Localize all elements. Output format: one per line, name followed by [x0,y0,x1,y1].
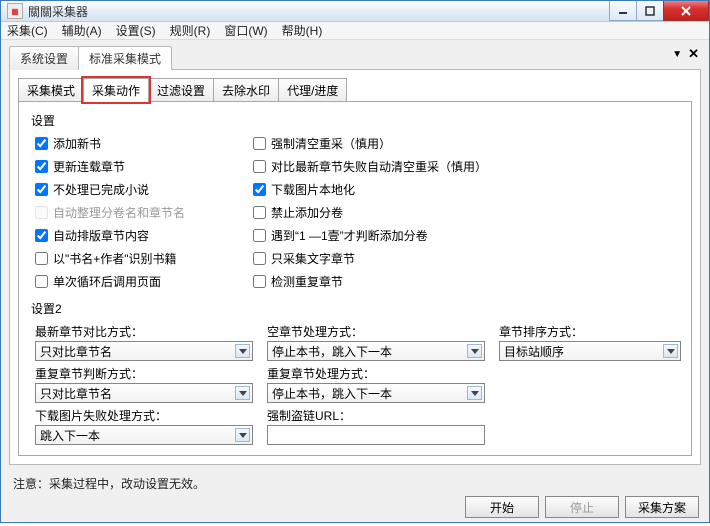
chk-auto-sort-label: 自动整理分卷名和章节名 [53,204,185,221]
tab-collect-action[interactable]: 采集动作 [83,78,149,102]
chevron-down-icon [235,428,250,442]
latest-compare-select[interactable]: 只对比章节名 [35,341,253,361]
img-fail-select[interactable]: 跳入下一本 [35,425,253,445]
chevron-down-icon [467,386,482,400]
img-fail-label: 下载图片失败处理方式： [35,407,253,424]
chk-download-img-label: 下载图片本地化 [271,181,355,198]
chk-update-serial[interactable]: 更新连载章节 [35,158,253,175]
chk-add-new[interactable]: 添加新书 [35,135,253,152]
chk-force-clear-label: 强制清空重采（慎用） [271,135,391,152]
dup-judge-value: 只对比章节名 [40,385,112,402]
chk-single-loop-label: 单次循环后调用页面 [53,273,161,290]
chk-one-to-one-label: 遇到“1 —1壹”才判断添加分卷 [271,227,428,244]
empty-chapter-label: 空章节处理方式： [267,323,485,340]
dup-handle-value: 停止本书，跳入下一本 [272,385,392,402]
note-text: 注意：采集过程中，改动设置无效。 [1,465,709,496]
dup-judge-label: 重复章节判断方式： [35,365,253,382]
chk-single-loop[interactable]: 单次循环后调用页面 [35,273,253,290]
chk-auto-sort: 自动整理分卷名和章节名 [35,204,253,221]
tab-proxy-progress[interactable]: 代理/进度 [278,78,347,102]
scheme-button[interactable]: 采集方案 [625,496,699,518]
dup-handle-select[interactable]: 停止本书，跳入下一本 [267,383,485,403]
chk-auto-typeset[interactable]: 自动排版章节内容 [35,227,253,244]
menu-assist[interactable]: 辅助(A) [62,22,102,39]
tabs-dropdown-icon[interactable]: ▼ [672,49,682,60]
section1-title: 设置 [31,112,681,129]
latest-compare-label: 最新章节对比方式： [35,323,253,340]
menu-collect[interactable]: 采集(C) [7,22,48,39]
chevron-down-icon [663,344,678,358]
chk-forbid-vol-label: 禁止添加分卷 [271,204,343,221]
chk-forbid-vol[interactable]: 禁止添加分卷 [253,204,681,221]
chk-name-author-label: 以"书名+作者"识别书籍 [53,250,177,267]
minimize-button[interactable] [609,1,637,21]
chk-download-img[interactable]: 下载图片本地化 [253,181,681,198]
tab-standard-mode[interactable]: 标准采集模式 [78,46,172,70]
inner-tabs: 采集模式 采集动作 过滤设置 去除水印 代理/进度 [18,78,692,102]
empty-chapter-select[interactable]: 停止本书，跳入下一本 [267,341,485,361]
latest-compare-value: 只对比章节名 [40,343,112,360]
chk-one-to-one[interactable]: 遇到“1 —1壹”才判断添加分卷 [253,227,681,244]
chk-compare-fail[interactable]: 对比最新章节失败自动清空重采（慎用） [253,158,681,175]
app-window: ▦ 關關采集器 采集(C) 辅助(A) 设置(S) 规则(R) 窗口(W) 帮助… [0,0,710,523]
chk-auto-typeset-label: 自动排版章节内容 [53,227,149,244]
menubar: 采集(C) 辅助(A) 设置(S) 规则(R) 窗口(W) 帮助(H) [1,22,709,40]
chk-detect-dup[interactable]: 检测重复章节 [253,273,681,290]
chk-compare-fail-label: 对比最新章节失败自动清空重采（慎用） [271,158,487,175]
chevron-down-icon [467,344,482,358]
force-url-label: 强制盗链URL： [267,407,485,424]
chk-name-author[interactable]: 以"书名+作者"识别书籍 [35,250,253,267]
sort-select[interactable]: 目标站顺序 [499,341,681,361]
outer-tabs: 系统设置 标准采集模式 ▼ ✕ [1,40,709,70]
app-icon: ▦ [7,3,23,19]
img-fail-value: 跳入下一本 [40,427,100,444]
chk-text-only-label: 只采集文字章节 [271,250,355,267]
section2-title: 设置2 [31,300,681,317]
menu-rules[interactable]: 规则(R) [170,22,211,39]
chk-force-clear[interactable]: 强制清空重采（慎用） [253,135,681,152]
window-controls [610,1,709,21]
tabs-close-icon[interactable]: ✕ [688,46,699,62]
titlebar: ▦ 關關采集器 [1,1,709,22]
maximize-button[interactable] [636,1,664,21]
footer: 开始 停止 采集方案 [1,496,709,526]
chk-skip-finished-label: 不处理已完成小说 [53,181,149,198]
menu-settings[interactable]: 设置(S) [116,22,156,39]
sort-value: 目标站顺序 [504,343,564,360]
tab-system-settings[interactable]: 系统设置 [9,46,79,70]
tab-filter[interactable]: 过滤设置 [148,78,214,102]
chk-detect-dup-label: 检测重复章节 [271,273,343,290]
scheme-button-label: 采集方案 [638,499,686,516]
dup-handle-label: 重复章节处理方式： [267,365,485,382]
settings-grid: 添加新书 强制清空重采（慎用） 更新连载章节 对比最新章节失败自动清空重采（慎用… [35,135,681,290]
chk-text-only[interactable]: 只采集文字章节 [253,250,681,267]
tab-remove-watermark[interactable]: 去除水印 [213,78,279,102]
stop-button-label: 停止 [570,499,594,516]
chevron-down-icon [235,386,250,400]
dup-judge-select[interactable]: 只对比章节名 [35,383,253,403]
stop-button: 停止 [545,496,619,518]
tab-body: 设置 添加新书 强制清空重采（慎用） 更新连载章节 对比最新章节失败自动清空重采… [18,101,692,456]
chk-add-new-label: 添加新书 [53,135,101,152]
content-area: 采集模式 采集动作 过滤设置 去除水印 代理/进度 设置 添加新书 强制清空重采… [9,69,701,465]
force-url-input[interactable] [267,425,485,445]
chk-update-serial-label: 更新连载章节 [53,158,125,175]
start-button-label: 开始 [490,499,514,516]
chevron-down-icon [235,344,250,358]
empty-chapter-value: 停止本书，跳入下一本 [272,343,392,360]
close-button[interactable] [663,1,709,21]
start-button[interactable]: 开始 [465,496,539,518]
tab-collect-mode[interactable]: 采集模式 [18,78,84,102]
menu-window[interactable]: 窗口(W) [224,22,267,39]
menu-help[interactable]: 帮助(H) [282,22,323,39]
window-title: 關關采集器 [28,3,610,20]
chk-skip-finished[interactable]: 不处理已完成小说 [35,181,253,198]
sort-label: 章节排序方式： [499,323,681,340]
